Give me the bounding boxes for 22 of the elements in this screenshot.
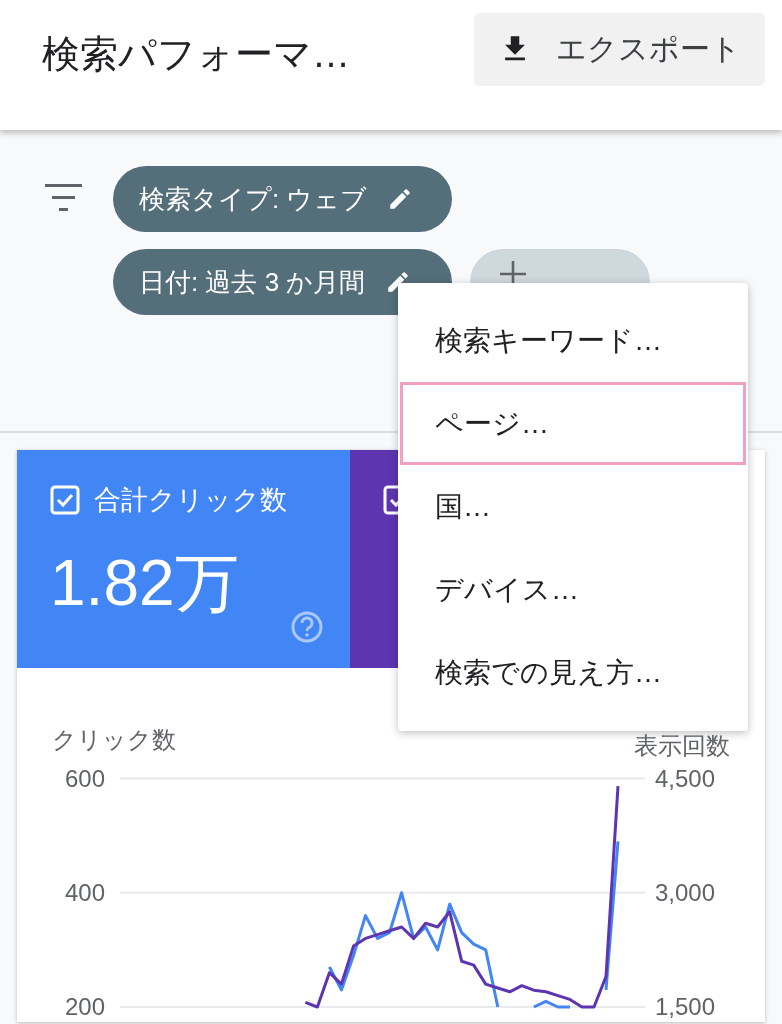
tick-label: 4,500 xyxy=(655,764,716,792)
tick-label: 3,000 xyxy=(655,878,716,906)
metric-tile[interactable]: 合計クリック数 1.82万 xyxy=(17,450,350,668)
menu-item[interactable]: 国… xyxy=(400,465,746,548)
filter-icon[interactable] xyxy=(45,184,82,212)
tick-label: 1,500 xyxy=(655,993,716,1020)
axis-title: クリック数 xyxy=(52,726,176,753)
tick-label: 400 xyxy=(64,878,105,906)
menu-item[interactable]: デバイス… xyxy=(400,548,746,631)
tick-label: 600 xyxy=(64,764,105,792)
page-title: 検索パフォーマ… xyxy=(42,31,350,77)
menu-item[interactable]: 検索での見え方… xyxy=(400,631,746,714)
metric-value: 1.82万 xyxy=(50,546,239,621)
export-button[interactable]: エクスポート xyxy=(474,12,765,86)
metric-label: 合計クリック数 xyxy=(94,484,287,517)
axis-title: 表示回数 xyxy=(634,732,730,759)
filter-chip[interactable]: 日付: 過去 3 か月間 xyxy=(113,249,452,315)
tick-label: 200 xyxy=(64,993,105,1020)
checkbox[interactable] xyxy=(50,485,80,515)
filter-chip[interactable]: 検索タイプ: ウェブ xyxy=(113,166,452,232)
help-icon[interactable] xyxy=(290,610,324,644)
menu-item[interactable]: ページ… xyxy=(400,382,746,465)
